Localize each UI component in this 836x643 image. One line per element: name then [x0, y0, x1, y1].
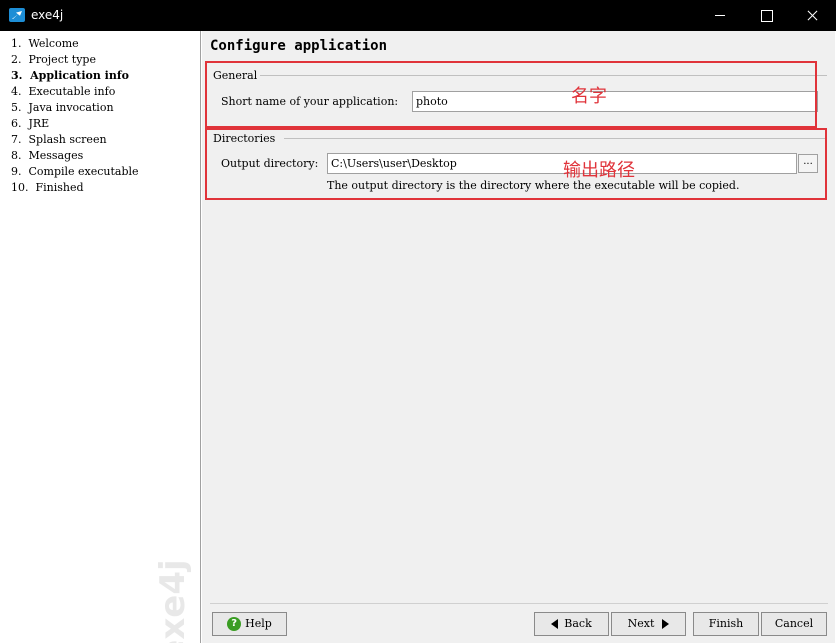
exe4j-watermark: exe4j: [153, 559, 193, 643]
help-button[interactable]: ? Help: [212, 612, 287, 636]
exe4j-app-icon: [9, 8, 25, 22]
footer-separator: [210, 603, 828, 604]
minimize-icon[interactable]: [697, 0, 743, 31]
step-finished[interactable]: 10. Finished: [11, 181, 84, 194]
wizard-steps-list: 1. Welcome 2. Project type 3. Applicatio…: [1, 31, 201, 643]
step-jre[interactable]: 6. JRE: [11, 117, 49, 130]
finish-button[interactable]: Finish: [693, 612, 759, 636]
next-button-label: Next: [627, 617, 655, 630]
back-button[interactable]: Back: [534, 612, 609, 636]
window-title: exe4j: [31, 8, 64, 22]
back-button-label: Back: [564, 617, 592, 630]
close-icon[interactable]: [789, 0, 835, 31]
step-welcome[interactable]: 1. Welcome: [11, 37, 79, 50]
output-path-annotation-label: 输出路径: [563, 160, 635, 181]
next-button[interactable]: Next: [611, 612, 686, 636]
step-compile-executable[interactable]: 9. Compile executable: [11, 165, 139, 178]
arrow-right-icon: [662, 619, 670, 629]
arrow-left-icon: [551, 619, 559, 629]
page-title: Configure application: [210, 38, 388, 54]
maximize-icon[interactable]: [743, 0, 789, 31]
cancel-button[interactable]: Cancel: [761, 612, 827, 636]
name-annotation-label: 名字: [571, 86, 607, 107]
step-java-invocation[interactable]: 5. Java invocation: [11, 101, 114, 114]
output-path-annotation-box: [205, 128, 827, 200]
title-bar: exe4j: [0, 0, 836, 31]
step-executable-info[interactable]: 4. Executable info: [11, 85, 115, 98]
help-icon: ?: [227, 617, 242, 631]
help-button-label: Help: [245, 617, 272, 630]
step-project-type[interactable]: 2. Project type: [11, 53, 96, 66]
step-splash-screen[interactable]: 7. Splash screen: [11, 133, 107, 146]
name-annotation-box: [205, 61, 817, 128]
step-application-info[interactable]: 3. Application info: [11, 69, 129, 82]
step-messages[interactable]: 8. Messages: [11, 149, 83, 162]
